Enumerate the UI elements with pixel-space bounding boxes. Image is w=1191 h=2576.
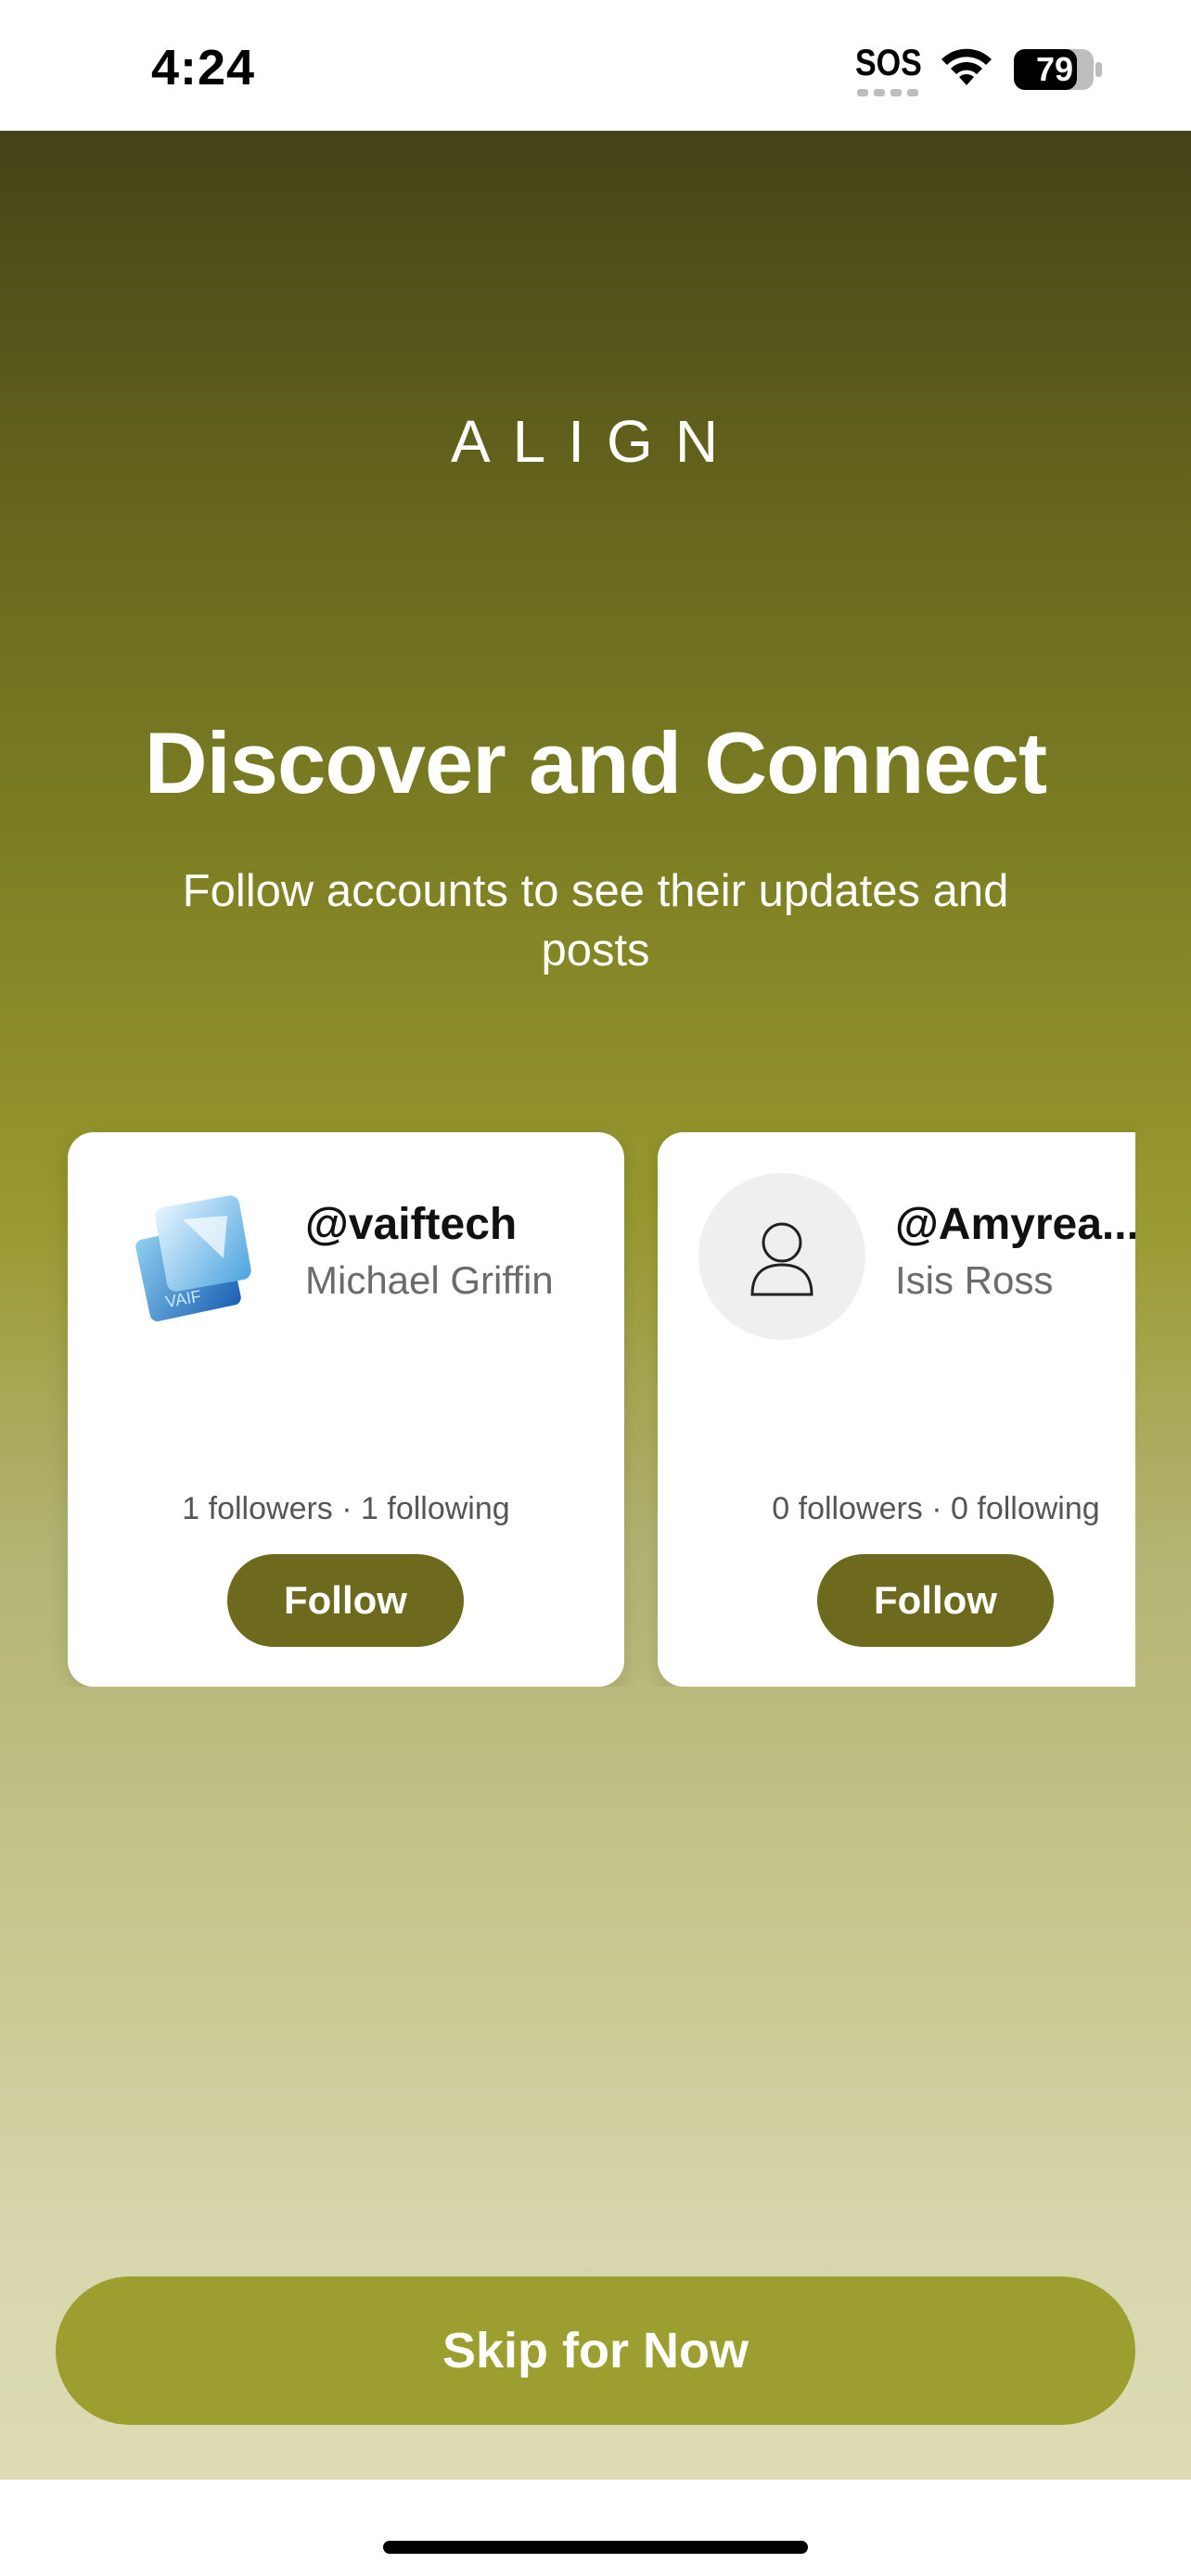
sos-indicator: SOS [855, 43, 922, 83]
align-logo-mark: ALIGN [451, 408, 740, 475]
home-indicator[interactable] [383, 2541, 808, 2554]
battery-level: 79 [1035, 50, 1074, 88]
account-handle: @vaiftech [305, 1200, 518, 1249]
account-card[interactable]: @Amyrea... Isis Ross 0 followers · 0 fol… [658, 1132, 1135, 1687]
status-time: 4:24 [151, 40, 256, 96]
discover-screen: 4:24 SOS 79 ALIGN Discover and Connect F… [0, 0, 1191, 2576]
vaif-logo-icon: VAIF [109, 1173, 275, 1340]
logo-text: ALIGN [451, 408, 740, 475]
status-bar: 4:24 SOS 79 [0, 0, 1191, 131]
align-logo: ALIGN [0, 402, 1191, 486]
account-handle: @Amyrea... [895, 1200, 1135, 1249]
account-name: Isis Ross [895, 1258, 1054, 1302]
account-stats: 0 followers · 0 following [772, 1491, 1100, 1526]
accounts-carousel[interactable]: VAIF @vaiftech Michael Griffin 1 followe… [0, 1093, 1135, 1687]
skip-button[interactable]: Skip for Now [56, 2276, 1135, 2425]
account-stats: 1 followers · 1 following [182, 1491, 510, 1526]
signal-dots [857, 89, 920, 96]
user-placeholder-icon [698, 1173, 865, 1340]
follow-button[interactable]: Follow [817, 1554, 1054, 1647]
main-content: ALIGN Discover and Connect Follow accoun… [0, 131, 1191, 2480]
page-subtitle: Follow accounts to see their updates and… [182, 866, 1009, 976]
battery-icon: 79 [1013, 48, 1104, 91]
account-card[interactable]: VAIF @vaiftech Michael Griffin 1 followe… [68, 1132, 624, 1687]
wifi-icon [941, 48, 992, 85]
follow-button[interactable]: Follow [227, 1554, 464, 1647]
page-title: Discover and Connect [144, 714, 1047, 811]
account-name: Michael Griffin [305, 1258, 554, 1302]
